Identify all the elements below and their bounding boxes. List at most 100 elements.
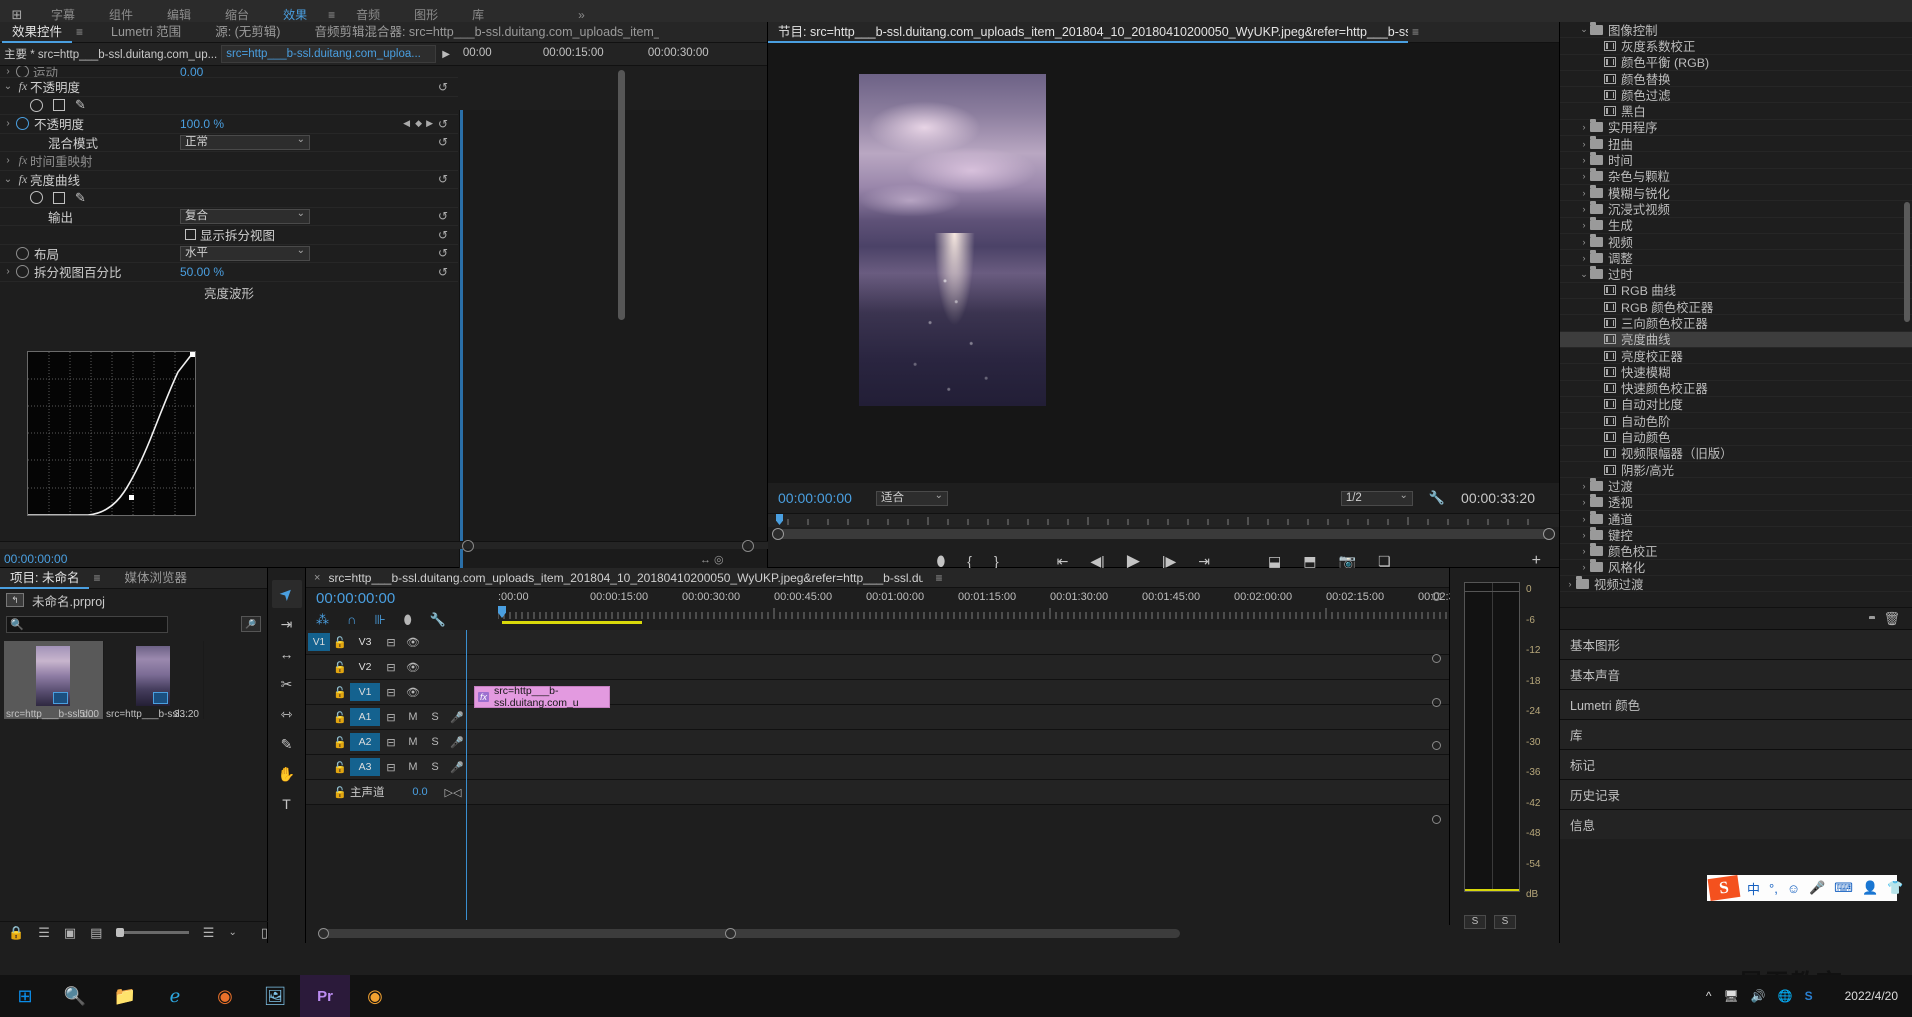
reset-icon[interactable]: ↺ xyxy=(438,117,448,131)
solo-button-1[interactable]: S xyxy=(1464,915,1486,929)
show-split-view-checkbox[interactable] xyxy=(185,229,196,241)
playback-resolution-select[interactable]: 1/2 xyxy=(1340,490,1413,506)
scroll-handle-right[interactable] xyxy=(725,928,736,939)
track-zoom-dot-2[interactable] xyxy=(1432,698,1441,707)
effect-item-row[interactable]: 灰度系数校正 xyxy=(1560,38,1912,55)
program-scrollbar[interactable] xyxy=(772,528,1555,540)
tray-monitor-icon[interactable]: 🖥 xyxy=(1723,989,1738,1003)
track-zoom-dot-top[interactable] xyxy=(1432,592,1441,601)
tray-expand-icon[interactable]: ^ xyxy=(1706,989,1712,1003)
effects-folder-row[interactable]: › 调整 xyxy=(1560,249,1912,267)
sync-lock-icon[interactable]: ⊟ xyxy=(380,636,402,649)
firefox-button[interactable]: ◉ xyxy=(200,975,250,1017)
lift-icon[interactable]: ⬓ xyxy=(1268,553,1281,570)
fx-zoom-handle-left[interactable] xyxy=(462,540,474,552)
track-visibility-icon[interactable]: 👁 xyxy=(402,686,424,699)
type-tool[interactable]: T xyxy=(272,790,302,818)
effect-item-row[interactable]: 亮度校正器 xyxy=(1560,348,1912,365)
icon-view-icon[interactable]: ▣ xyxy=(64,925,76,941)
keyframe-nav-icon[interactable]: ▷◁ xyxy=(442,786,464,799)
property-row-split-view-percent[interactable]: › 拆分视图百分比 50.00 % ↺ xyxy=(0,263,458,282)
program-monitor-ruler[interactable] xyxy=(768,513,1559,527)
next-keyframe-icon[interactable]: ▶ xyxy=(426,118,433,129)
timeline-scrollbar[interactable] xyxy=(318,928,1180,939)
list-view-icon[interactable]: ☰ xyxy=(38,925,50,941)
sort-chevron-icon[interactable]: ⌄ xyxy=(228,927,236,938)
voice-over-icon[interactable]: 🎤 xyxy=(446,711,468,724)
timeline-track-row[interactable]: V1 🔓 V3 ⊟ 👁 xyxy=(306,630,1449,655)
menu-item-6[interactable]: 图形 xyxy=(397,8,455,22)
track-select-tool[interactable]: ⇥ xyxy=(272,610,302,638)
reset-icon[interactable]: ↺ xyxy=(438,172,448,186)
network-icon[interactable]: 🌐 xyxy=(1778,989,1793,1003)
tab-lumetri-scopes[interactable]: Lumetri 范围 xyxy=(101,22,191,43)
close-icon[interactable]: × xyxy=(314,572,320,584)
sync-lock-icon[interactable]: ⊟ xyxy=(380,711,402,724)
linked-selection-icon[interactable]: ⊪ xyxy=(374,612,385,628)
stopwatch-icon[interactable] xyxy=(16,265,29,279)
timeline-track-row[interactable]: 🔓 V2 ⊟ 👁 xyxy=(306,655,1449,680)
effect-controls-timeline[interactable] xyxy=(459,110,767,610)
menu-item-3[interactable]: 缩台 xyxy=(208,8,266,22)
rectangle-mask-icon[interactable] xyxy=(53,99,65,112)
tab-source[interactable]: 源: (无剪辑) xyxy=(205,22,290,43)
property-row-output[interactable]: 输出 复合 ↺ xyxy=(0,208,458,226)
solo-icon[interactable]: S xyxy=(424,736,446,748)
track-zoom-dot-4[interactable] xyxy=(1432,815,1441,824)
add-keyframe-icon[interactable]: ◆ xyxy=(415,118,422,129)
tab-sequence[interactable]: src=http___b-ssl.duitang.com_uploads_ite… xyxy=(328,571,923,585)
project-item[interactable]: src=http___b-ssl... 33:20 xyxy=(104,641,204,720)
effect-item-row[interactable]: 亮度曲线 xyxy=(1560,331,1912,348)
solo-button-2[interactable]: S xyxy=(1494,915,1516,929)
effect-item-row[interactable]: 自动对比度 xyxy=(1560,397,1912,414)
effects-folder-row[interactable]: › 生成 xyxy=(1560,217,1912,234)
timeline-playhead[interactable] xyxy=(466,630,467,920)
timeline-menu-icon[interactable]: ≡ xyxy=(931,571,946,585)
effect-item-row[interactable]: 颜色过滤 xyxy=(1560,87,1912,104)
reset-icon[interactable]: ↺ xyxy=(438,265,448,279)
clip-nav-arrow-icon[interactable]: ▶ xyxy=(442,49,450,60)
go-to-in-icon[interactable]: ⇤ xyxy=(1057,553,1069,570)
timeline-track-row[interactable]: 🔓 A1 ⊟ M S 🎤 xyxy=(306,705,1449,730)
sync-lock-icon[interactable]: ⊟ xyxy=(380,736,402,749)
luma-curve-svg[interactable] xyxy=(28,352,195,516)
navigate-up-icon[interactable]: ↰ xyxy=(6,593,24,607)
effects-folder-row[interactable]: › 风格化 xyxy=(1560,559,1912,577)
sort-icon[interactable]: ☰ xyxy=(203,925,215,941)
solo-icon[interactable]: S xyxy=(424,711,446,723)
effects-folder-row[interactable]: › 过渡 xyxy=(1560,477,1912,495)
effects-folder-row[interactable]: › 透视 xyxy=(1560,494,1912,511)
reset-icon[interactable]: ↺ xyxy=(438,246,448,260)
find-icon[interactable]: 🔎 xyxy=(241,616,261,632)
playhead[interactable] xyxy=(460,110,463,610)
volume-icon[interactable]: 🔊 xyxy=(1751,989,1766,1003)
track-visibility-icon[interactable]: 👁 xyxy=(402,636,424,649)
menu-bar[interactable]: ⊞ 字幕 组件 编辑 缩台 效果 ≡ 音频 图形 库 » xyxy=(0,0,1912,22)
program-monitor-menu-icon[interactable]: ≡ xyxy=(1408,25,1423,39)
effect-item-row[interactable]: 视频限幅器（旧版） xyxy=(1560,446,1912,463)
reset-icon[interactable]: ↺ xyxy=(438,135,448,149)
effects-folder-row[interactable]: ⌄ 图像控制 xyxy=(1560,22,1912,39)
collapsed-panel-6[interactable]: 信息 xyxy=(1560,809,1912,839)
property-value[interactable]: 50.00 % xyxy=(180,265,224,279)
start-button[interactable]: ⊞ xyxy=(0,975,50,1017)
mark-out-icon[interactable]: } xyxy=(994,553,999,569)
twirl-right-icon[interactable]: › xyxy=(1578,122,1590,132)
twirl-down-icon[interactable]: ⌄ xyxy=(0,174,16,185)
ime-icon-2[interactable]: ☺ xyxy=(1787,881,1800,896)
twirl-icon[interactable]: › xyxy=(0,155,16,166)
effect-item-row[interactable]: RGB 曲线 xyxy=(1560,283,1912,300)
property-value[interactable]: 0.00 xyxy=(180,66,203,77)
effects-folder-row[interactable]: › 颜色校正 xyxy=(1560,543,1912,560)
tab-media-browser[interactable]: 媒体浏览器 xyxy=(114,568,197,589)
effects-folder-row[interactable]: › 模糊与锐化 xyxy=(1560,184,1912,202)
pen-mask-icon[interactable]: ✎ xyxy=(75,97,86,113)
ripple-edit-tool[interactable]: ↔ xyxy=(272,640,302,668)
track-name[interactable]: A1 xyxy=(350,708,380,726)
lock-icon[interactable]: 🔓 xyxy=(330,786,350,799)
twirl-right-icon[interactable]: › xyxy=(1578,530,1590,540)
menu-item-5[interactable]: 音频 xyxy=(339,8,397,22)
camera-icon[interactable]: 📷 xyxy=(1339,553,1356,570)
timeline-clip[interactable]: fx src=http___b-ssl.duitang.com_u xyxy=(474,685,610,709)
workspace-menu-icon[interactable]: ≡ xyxy=(324,8,339,22)
